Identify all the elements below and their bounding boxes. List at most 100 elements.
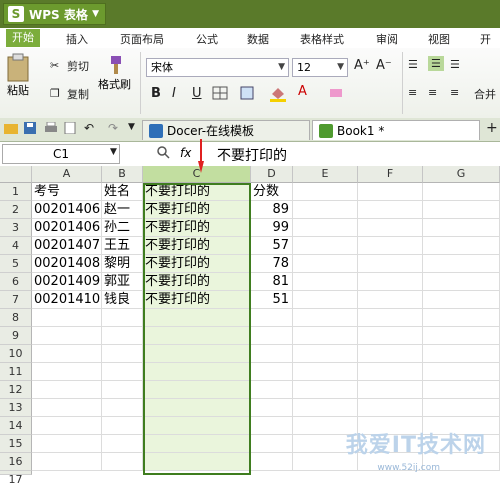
align-left-icon[interactable]: ≡: [408, 86, 417, 99]
cell[interactable]: 钱良: [102, 291, 143, 309]
row-header[interactable]: 5: [0, 255, 32, 273]
cell[interactable]: 78: [251, 255, 293, 273]
cell[interactable]: [358, 201, 423, 219]
cell[interactable]: [143, 381, 251, 399]
row-header[interactable]: 1: [0, 183, 32, 201]
cell[interactable]: [143, 399, 251, 417]
select-all-corner[interactable]: [0, 166, 32, 183]
cell[interactable]: [358, 219, 423, 237]
chevron-down-icon[interactable]: ▼: [110, 147, 117, 157]
folder-icon[interactable]: [4, 122, 18, 134]
cell[interactable]: [423, 291, 500, 309]
column-header-b[interactable]: B: [102, 166, 143, 183]
redo-icon[interactable]: ↷: [108, 121, 118, 135]
increase-font-icon[interactable]: A⁺: [354, 58, 370, 73]
chevron-down-icon[interactable]: ▼: [128, 122, 135, 132]
paste-button[interactable]: 粘贴: [5, 52, 31, 98]
cut-button[interactable]: ✂ 剪切: [50, 58, 89, 74]
menu-item-formula[interactable]: 公式: [196, 31, 218, 47]
cell[interactable]: 孙二: [102, 219, 143, 237]
cell[interactable]: [293, 219, 358, 237]
cell[interactable]: [251, 327, 293, 345]
row-header[interactable]: 13: [0, 399, 32, 417]
cell-name-box[interactable]: C1: [2, 144, 120, 164]
row-header[interactable]: 8: [0, 309, 32, 327]
cell[interactable]: 郭亚: [102, 273, 143, 291]
cell[interactable]: [102, 327, 143, 345]
column-header-c[interactable]: C: [143, 166, 251, 183]
cell[interactable]: 不要打印的: [143, 183, 251, 201]
cell[interactable]: [32, 453, 102, 471]
cell[interactable]: 王五: [102, 237, 143, 255]
cell[interactable]: [423, 183, 500, 201]
cell[interactable]: [293, 183, 358, 201]
cell[interactable]: [32, 327, 102, 345]
cell[interactable]: 81: [251, 273, 293, 291]
cell[interactable]: 00201409: [32, 273, 102, 291]
row-header[interactable]: 7: [0, 291, 32, 309]
cell[interactable]: 不要打印的: [143, 237, 251, 255]
cell[interactable]: 不要打印的: [143, 255, 251, 273]
cell[interactable]: [423, 363, 500, 381]
cell[interactable]: [293, 345, 358, 363]
font-family-select[interactable]: 宋体 ▼: [146, 58, 289, 77]
cell[interactable]: 黎明: [102, 255, 143, 273]
menu-item-table-style[interactable]: 表格样式: [300, 31, 344, 47]
cell[interactable]: [358, 309, 423, 327]
cell[interactable]: [102, 453, 143, 471]
row-header[interactable]: 4: [0, 237, 32, 255]
cell[interactable]: [102, 435, 143, 453]
tab-docer[interactable]: Docer-在线模板: [142, 120, 310, 140]
cell[interactable]: [32, 417, 102, 435]
cell[interactable]: 不要打印的: [143, 219, 251, 237]
merge-style-icon[interactable]: [240, 86, 254, 100]
app-menu-button[interactable]: S WPS 表格 ▼: [3, 3, 106, 25]
cell[interactable]: [358, 399, 423, 417]
cell[interactable]: [143, 453, 251, 471]
cell[interactable]: 不要打印的: [143, 291, 251, 309]
row-header[interactable]: 15: [0, 435, 32, 453]
row-header[interactable]: 14: [0, 417, 32, 435]
row-header[interactable]: 10: [0, 345, 32, 363]
column-header-e[interactable]: E: [293, 166, 358, 183]
fill-color-icon[interactable]: [268, 86, 288, 102]
cell[interactable]: 00201410: [32, 291, 102, 309]
cell[interactable]: [293, 255, 358, 273]
copy-button[interactable]: ❐ 复制: [50, 86, 89, 102]
font-color-icon[interactable]: A: [298, 84, 307, 99]
cell[interactable]: [423, 381, 500, 399]
cell[interactable]: [423, 327, 500, 345]
cell[interactable]: [251, 435, 293, 453]
align-middle-icon[interactable]: ☰: [428, 56, 444, 71]
bold-button[interactable]: B: [151, 86, 161, 101]
cell[interactable]: [358, 381, 423, 399]
cell[interactable]: [423, 201, 500, 219]
menu-item-data[interactable]: 数据: [247, 31, 269, 47]
cell[interactable]: [143, 363, 251, 381]
cell[interactable]: [358, 183, 423, 201]
cell[interactable]: [423, 345, 500, 363]
cell[interactable]: [358, 237, 423, 255]
row-header[interactable]: 12: [0, 381, 32, 399]
cell[interactable]: [423, 399, 500, 417]
cell[interactable]: [143, 417, 251, 435]
cell[interactable]: [251, 363, 293, 381]
cell[interactable]: [32, 309, 102, 327]
cell[interactable]: [358, 255, 423, 273]
cell[interactable]: [251, 399, 293, 417]
cell[interactable]: [32, 363, 102, 381]
menu-item-review[interactable]: 审阅: [376, 31, 398, 47]
column-header-d[interactable]: D: [251, 166, 293, 183]
merge-button[interactable]: 合并: [474, 86, 496, 102]
cell[interactable]: [293, 237, 358, 255]
cell[interactable]: 分数: [251, 183, 293, 201]
cell[interactable]: 不要打印的: [143, 201, 251, 219]
menu-item-page-layout[interactable]: 页面布局: [120, 31, 164, 47]
cell[interactable]: [102, 345, 143, 363]
cell[interactable]: [358, 273, 423, 291]
border-icon[interactable]: [212, 86, 228, 100]
cell[interactable]: [32, 399, 102, 417]
undo-icon[interactable]: ↶: [84, 121, 94, 135]
align-center-icon[interactable]: ≡: [428, 86, 437, 99]
add-tab-button[interactable]: +: [486, 120, 498, 136]
